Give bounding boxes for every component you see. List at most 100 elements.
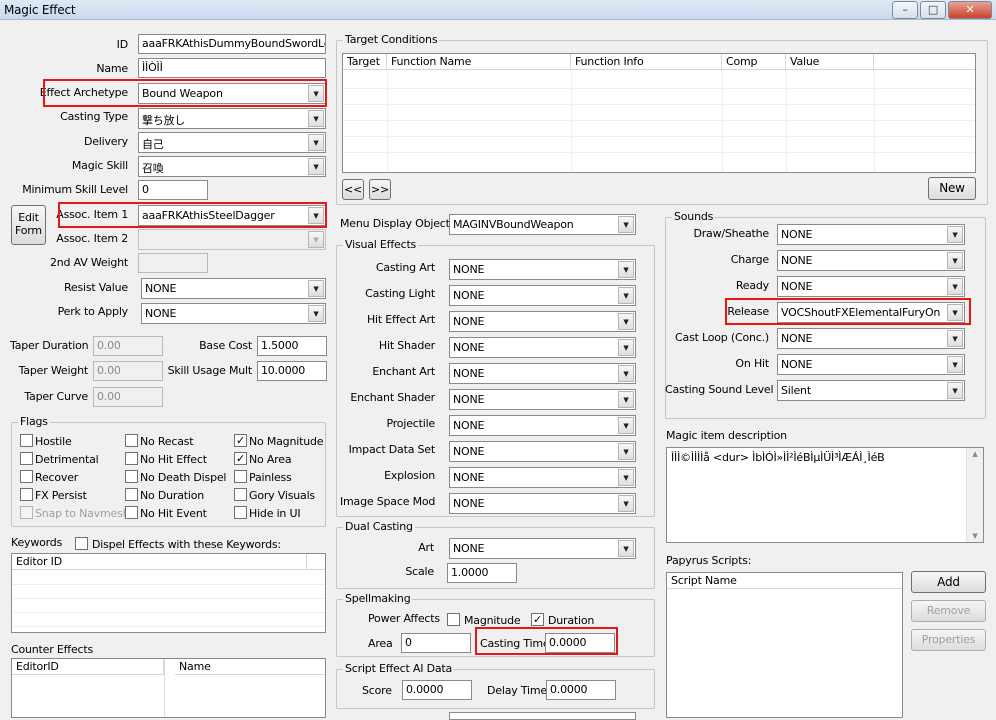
sound-row-dropdown[interactable]: NONE ▼ <box>777 276 965 297</box>
flag-checkbox[interactable] <box>125 506 138 519</box>
base-cost-field[interactable]: 1.5000 <box>257 336 327 356</box>
menu-display-dropdown[interactable]: MAGINVBoundWeapon ▼ <box>449 214 636 235</box>
sound-row-dropdown[interactable]: VOCShoutFXElementalFuryOn ▼ <box>777 302 965 323</box>
properties-button[interactable]: Properties <box>911 629 986 651</box>
sound-row-dropdown[interactable]: NONE ▼ <box>777 354 965 375</box>
partial-dropdown[interactable] <box>449 712 636 720</box>
skill-usage-field[interactable]: 10.0000 <box>257 361 327 381</box>
name-field[interactable]: ÌÌÒÌÌ <box>138 58 326 78</box>
delay-field[interactable]: 0.0000 <box>546 680 616 700</box>
assoc1-dropdown[interactable]: aaaFRKAthisSteelDagger ▼ <box>138 205 326 226</box>
close-button[interactable]: ✕ <box>948 1 992 19</box>
keywords-col-editor-id[interactable]: Editor ID <box>12 554 307 570</box>
flag-checkbox[interactable] <box>125 452 138 465</box>
taper-weight-field[interactable]: 0.00 <box>93 361 163 381</box>
dual-art-dropdown[interactable]: NONE ▼ <box>449 538 636 559</box>
papyrus-col-script-name[interactable]: Script Name <box>667 573 902 589</box>
next-button[interactable]: >> <box>369 179 391 200</box>
perk-dropdown[interactable]: NONE ▼ <box>141 303 326 324</box>
counter-col-editor-id[interactable]: EditorID <box>12 659 164 675</box>
score-field[interactable]: 0.0000 <box>402 680 472 700</box>
conditions-list[interactable]: Target Function Name Function Info Comp … <box>342 53 976 173</box>
sound-row-dropdown[interactable]: NONE ▼ <box>777 224 965 245</box>
scroll-down-icon[interactable]: ▼ <box>967 532 983 540</box>
flag-checkbox[interactable] <box>234 506 247 519</box>
score-label: Score <box>362 684 392 697</box>
col-function-name[interactable]: Function Name <box>387 54 571 70</box>
visual-row-dropdown[interactable]: NONE ▼ <box>449 441 636 462</box>
visual-row-label: Casting Art <box>375 261 435 274</box>
sound-row-dropdown[interactable]: NONE ▼ <box>777 250 965 271</box>
flag-checkbox[interactable] <box>234 488 247 501</box>
dual-scale-field[interactable]: 1.0000 <box>447 563 517 583</box>
flag-checkbox[interactable] <box>234 470 247 483</box>
sound-row-dropdown[interactable]: NONE ▼ <box>777 328 965 349</box>
new-condition-button[interactable]: New <box>928 177 976 200</box>
flag-checkbox[interactable] <box>20 488 33 501</box>
chevron-down-icon: ▼ <box>947 330 963 347</box>
chevron-down-icon: ▼ <box>947 252 963 269</box>
visual-row-value: NONE <box>453 445 485 458</box>
visual-row-dropdown[interactable]: NONE ▼ <box>449 389 636 410</box>
visual-row-dropdown[interactable]: NONE ▼ <box>449 259 636 280</box>
flag-checkbox[interactable] <box>20 434 33 447</box>
description-textarea[interactable]: ÌÌÌ©ÌÌÌÌå <dur> ÌbÌÓÌ»ÌÌ²ÌéBÌµÌÜÌ³ÌÆÁÌ¸Ì… <box>666 447 984 543</box>
counter-col-name[interactable]: Name <box>175 659 325 675</box>
delivery-dropdown[interactable]: 自己 ▼ <box>138 132 326 153</box>
description-scrollbar[interactable]: ▲ ▼ <box>966 448 983 542</box>
maximize-button[interactable]: □ <box>920 1 946 19</box>
flag-checkbox[interactable] <box>20 470 33 483</box>
visual-row-dropdown[interactable]: NONE ▼ <box>449 415 636 436</box>
sound-level-value: Silent <box>781 384 811 397</box>
magic-skill-dropdown[interactable]: 召喚 ▼ <box>138 156 326 177</box>
resist-dropdown[interactable]: NONE ▼ <box>141 278 326 299</box>
min-skill-field[interactable]: 0 <box>138 180 208 200</box>
col-target[interactable]: Target <box>343 54 387 70</box>
taper-curve-field[interactable]: 0.00 <box>93 387 163 407</box>
row-line <box>12 584 325 585</box>
flag-checkbox[interactable] <box>125 434 138 447</box>
casting-type-dropdown[interactable]: 撃ち放し ▼ <box>138 108 326 129</box>
visual-effects-title: Visual Effects <box>343 238 419 251</box>
magnitude-checkbox[interactable] <box>447 613 460 626</box>
visual-row-dropdown[interactable]: NONE ▼ <box>449 311 636 332</box>
sound-level-dropdown[interactable]: Silent ▼ <box>777 380 965 401</box>
counter-list[interactable]: EditorID Name <box>11 658 326 718</box>
prev-button[interactable]: << <box>342 179 364 200</box>
flag-checkbox[interactable] <box>125 488 138 501</box>
chevron-down-icon: ▼ <box>618 365 634 382</box>
area-field[interactable]: 0 <box>401 633 471 653</box>
keywords-list[interactable]: Editor ID <box>11 553 326 633</box>
flag-checkbox[interactable] <box>20 506 33 519</box>
remove-script-button[interactable]: Remove <box>911 600 986 622</box>
sound-row-label: Cast Loop (Conc.) <box>675 331 769 344</box>
visual-row-dropdown[interactable]: NONE ▼ <box>449 467 636 488</box>
casting-time-field[interactable]: 0.0000 <box>545 633 615 653</box>
minimize-button[interactable]: – <box>892 1 918 19</box>
papyrus-list[interactable]: Script Name <box>666 572 903 718</box>
flag-checkbox[interactable]: ✓ <box>234 452 247 465</box>
taper-duration-field[interactable]: 0.00 <box>93 336 163 356</box>
add-script-button[interactable]: Add <box>911 571 986 593</box>
second-av-field[interactable] <box>138 253 208 273</box>
archetype-label: Effect Archetype <box>39 86 128 99</box>
id-field[interactable]: aaaFRKAthisDummyBoundSwordLeftH <box>138 34 326 54</box>
sound-row-value: NONE <box>781 228 813 241</box>
assoc2-dropdown[interactable]: ▼ <box>138 229 326 250</box>
col-value[interactable]: Value <box>786 54 874 70</box>
flag-checkbox[interactable]: ✓ <box>234 434 247 447</box>
dual-scale-label: Scale <box>405 565 434 578</box>
visual-row-dropdown[interactable]: NONE ▼ <box>449 493 636 514</box>
dispel-checkbox[interactable] <box>75 537 88 550</box>
scroll-up-icon[interactable]: ▲ <box>967 450 983 458</box>
visual-row-dropdown[interactable]: NONE ▼ <box>449 285 636 306</box>
visual-row-dropdown[interactable]: NONE ▼ <box>449 337 636 358</box>
col-comp[interactable]: Comp <box>722 54 786 70</box>
visual-row-dropdown[interactable]: NONE ▼ <box>449 363 636 384</box>
flag-checkbox[interactable] <box>20 452 33 465</box>
duration-checkbox[interactable]: ✓ <box>531 613 544 626</box>
col-function-info[interactable]: Function Info <box>571 54 722 70</box>
sound-row-label: Release <box>727 305 769 318</box>
archetype-dropdown[interactable]: Bound Weapon ▼ <box>138 83 326 104</box>
flag-checkbox[interactable] <box>125 470 138 483</box>
